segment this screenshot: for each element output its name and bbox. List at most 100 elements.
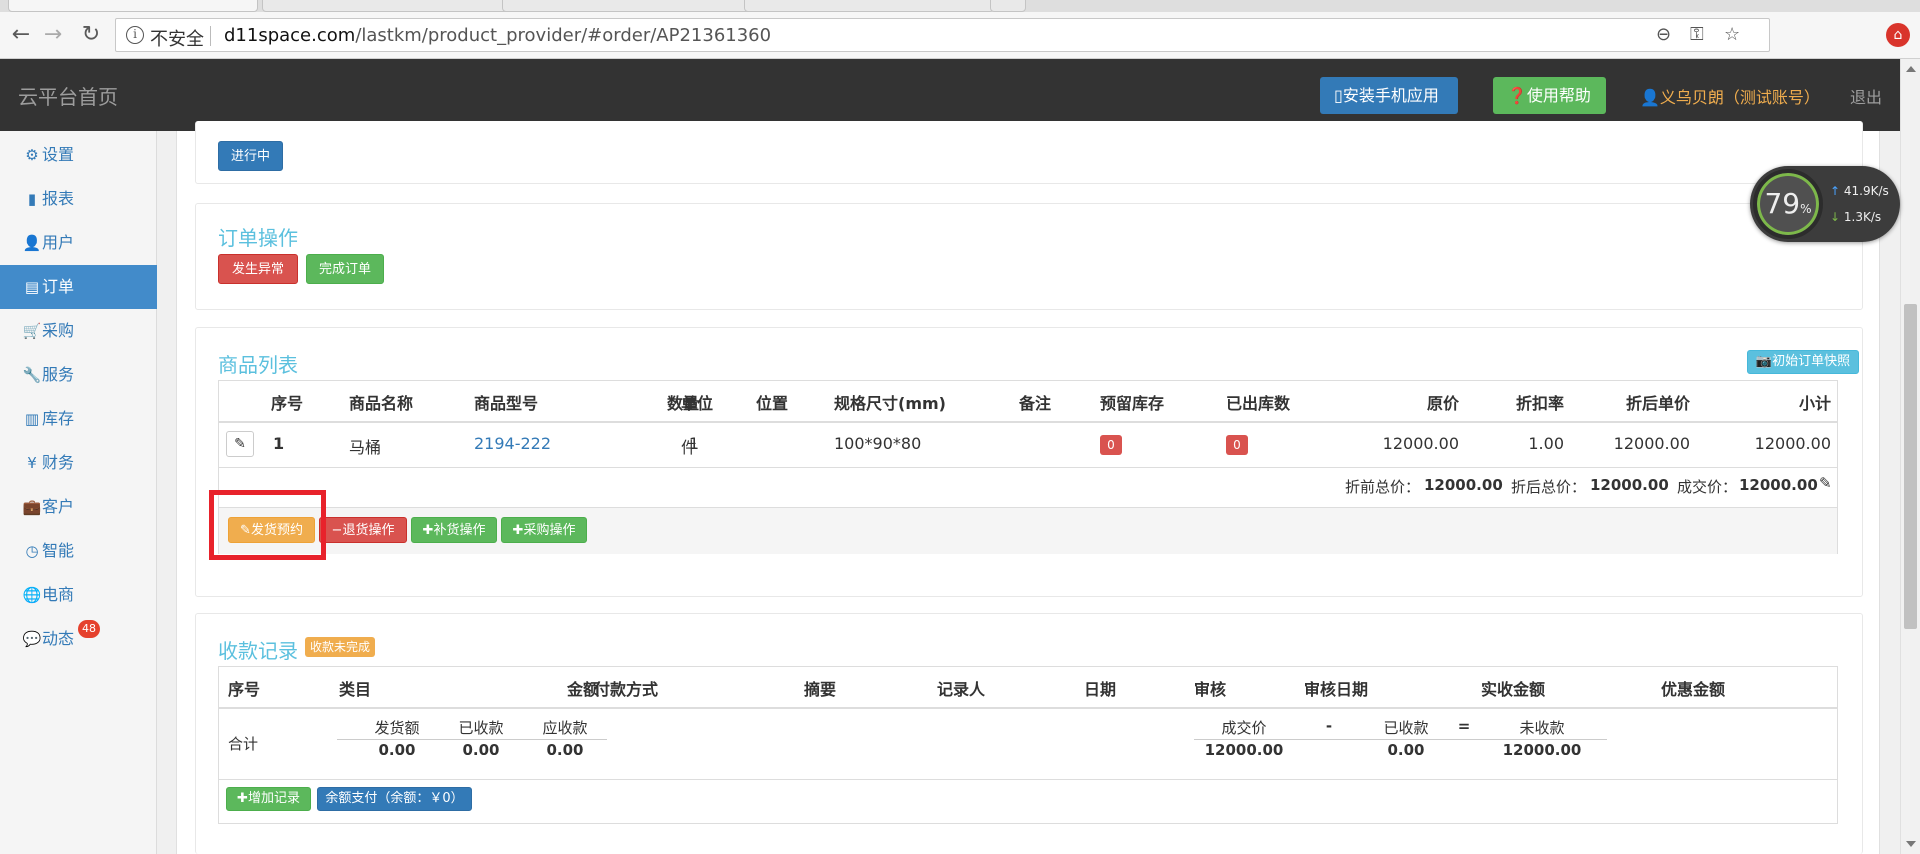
dashboard-icon: ◷	[25, 542, 39, 560]
col-amount: 金额	[566, 680, 599, 699]
purchase-label: 采购操作	[523, 523, 576, 538]
pencil-icon[interactable]: ✎	[226, 431, 254, 457]
sidebar-item-label: 设置	[42, 145, 75, 164]
add-record-label: 增加记录	[247, 791, 300, 806]
sidebar-item-purchase[interactable]: 🛒采购	[0, 309, 157, 353]
balance-pay-button[interactable]: 余额支付（余额：￥0）	[317, 787, 472, 811]
col-recorder: 记录人	[937, 680, 986, 699]
payment-table: 序号 类目 金额 付款方式 摘要 记录人 日期 审核 审核日期 实收金额 优惠金…	[218, 666, 1838, 824]
browser-tab[interactable]	[502, 0, 752, 12]
url-text[interactable]: d11space.com/lastkm/product_provider/#or…	[224, 25, 771, 46]
camera-icon: 📷	[1755, 354, 1773, 369]
scroll-up-icon[interactable]	[1906, 66, 1916, 72]
back-icon[interactable]: ←	[8, 22, 34, 48]
browser-tab[interactable]	[262, 0, 512, 12]
restock-button[interactable]: ✚补货操作	[411, 517, 497, 543]
minus-icon: −	[331, 523, 343, 538]
add-record-button[interactable]: ✚增加记录	[226, 787, 311, 811]
receivable-value: 0.00	[546, 741, 584, 759]
payment-title: 收款记录	[218, 639, 298, 663]
after-total-label: 折后总价：	[1511, 478, 1587, 496]
product-table: 序号 商品名称 商品型号 数量 单位 位置 规格尺寸(mm) 备注 预留库存 已…	[218, 380, 1838, 554]
summary-divider	[337, 739, 607, 740]
table-divider	[219, 707, 1837, 709]
zoom-icon[interactable]: ⊖	[1656, 24, 1671, 45]
bar-chart-icon: ▮	[27, 190, 37, 208]
plus-icon: ✚	[512, 523, 524, 538]
unpaid-label: 未收款	[1519, 719, 1565, 737]
extension-icon[interactable]: ⌂	[1886, 23, 1910, 47]
brand-link[interactable]: 云平台首页	[18, 81, 118, 110]
col-subtotal: 小计	[1798, 394, 1831, 413]
col-date: 日期	[1084, 680, 1117, 699]
address-bar[interactable]: i 不安全 d11space.com/lastkm/product_provid…	[115, 18, 1770, 52]
col-discount: 优惠金额	[1661, 680, 1726, 699]
received-value: 0.00	[462, 741, 500, 759]
row-model-link[interactable]: 2194-222	[474, 434, 551, 453]
new-tab-button[interactable]	[990, 0, 1026, 12]
return-button[interactable]: −退货操作	[319, 517, 407, 543]
row-disc-price: 12000.00	[1613, 434, 1690, 453]
url-host: d11space.com	[224, 25, 356, 46]
product-list-title: 商品列表	[218, 353, 298, 377]
gauge-percent: 79	[1764, 187, 1801, 220]
sidebar-item-label: 采购	[42, 321, 75, 340]
scroll-down-icon[interactable]	[1906, 841, 1916, 847]
edit-deal-price-icon[interactable]: ✎	[1819, 474, 1832, 492]
reload-icon[interactable]: ↻	[78, 22, 104, 48]
deal-price-value: 12000.00	[1204, 741, 1284, 759]
forward-icon[interactable]: →	[40, 22, 66, 48]
logout-link[interactable]: 退出	[1850, 84, 1882, 108]
globe-icon: 🌐	[22, 586, 42, 604]
row-name: 马桶	[349, 438, 382, 457]
info-icon[interactable]: i	[126, 26, 144, 44]
key-icon[interactable]: ⚿	[1690, 24, 1704, 45]
deal-price-label: 成交价：	[1677, 478, 1738, 496]
help-button[interactable]: ❓使用帮助	[1493, 77, 1606, 114]
col-audit-date: 审核日期	[1304, 680, 1369, 699]
activity-badge: 48	[78, 620, 100, 638]
user-menu[interactable]: 👤义乌贝朗（测试账号）	[1640, 84, 1820, 108]
complete-order-button[interactable]: 完成订单	[306, 254, 384, 284]
sidebar-item-customers[interactable]: 💼客户	[0, 485, 157, 529]
sidebar-item-smart[interactable]: ◷ 智能	[0, 529, 157, 573]
sidebar-item-users[interactable]: 👤用户	[0, 221, 157, 265]
sidebar-item-label: 智能	[42, 541, 75, 560]
col-category: 类目	[339, 680, 372, 699]
in-progress-button[interactable]: 进行中	[218, 141, 283, 171]
page-scrollbar[interactable]	[1900, 59, 1920, 854]
sidebar-item-orders[interactable]: ▤ 订单	[0, 265, 157, 309]
product-actions-bar: ✎发货预约 −退货操作 ✚补货操作 ✚采购操作	[219, 508, 1837, 554]
comment-icon: 💬	[22, 630, 42, 648]
user-label: 义乌贝朗（测试账号）	[1659, 88, 1820, 107]
row-spec: 100*90*80	[834, 434, 922, 453]
purchase-button[interactable]: ✚采购操作	[501, 517, 587, 543]
row-seq: 1	[273, 434, 285, 453]
sidebar-item-inventory[interactable]: ▥ 库存	[0, 397, 157, 441]
sidebar: ⚙ 设置 ▮ 报表 👤用户 ▤ 订单 🛒采购 🔧服务 ▥ 库存 ¥ 财务 💼客户 ◷ 智能 …	[0, 131, 157, 854]
minus-sign: -	[1325, 717, 1333, 735]
shopping-cart-icon: 🛒	[22, 322, 42, 340]
col-discount: 折扣率	[1515, 394, 1564, 413]
star-icon[interactable]: ☆	[1724, 24, 1740, 45]
sidebar-item-finance[interactable]: ¥ 财务	[0, 441, 157, 485]
install-app-button[interactable]: ▯安装手机应用	[1320, 77, 1458, 114]
sidebar-item-activity[interactable]: 💬动态 48	[0, 617, 157, 661]
browser-tab[interactable]	[8, 0, 258, 12]
ship-appointment-button[interactable]: ✎发货预约	[228, 517, 315, 543]
receivable-label: 应收款	[542, 719, 588, 737]
total-label: 合计	[228, 735, 259, 753]
browser-tab[interactable]	[744, 0, 994, 12]
net-speed-widget[interactable]: 79% ↑ 41.9K/s ↓ 1.3K/s	[1750, 166, 1900, 242]
exception-button[interactable]: 发生异常	[218, 254, 298, 284]
received2-value: 0.00	[1387, 741, 1425, 759]
sidebar-item-service[interactable]: 🔧服务	[0, 353, 157, 397]
sidebar-item-label: 订单	[42, 277, 75, 296]
scroll-thumb[interactable]	[1904, 304, 1917, 629]
before-total-label: 折前总价：	[1345, 478, 1421, 496]
sidebar-item-reports[interactable]: ▮ 报表	[0, 177, 157, 221]
status-panel: 进行中	[195, 121, 1863, 184]
sidebar-item-ecommerce[interactable]: 🌐电商	[0, 573, 157, 617]
initial-snapshot-button[interactable]: 📷初始订单快照	[1747, 350, 1859, 374]
sidebar-item-settings[interactable]: ⚙ 设置	[0, 133, 157, 177]
